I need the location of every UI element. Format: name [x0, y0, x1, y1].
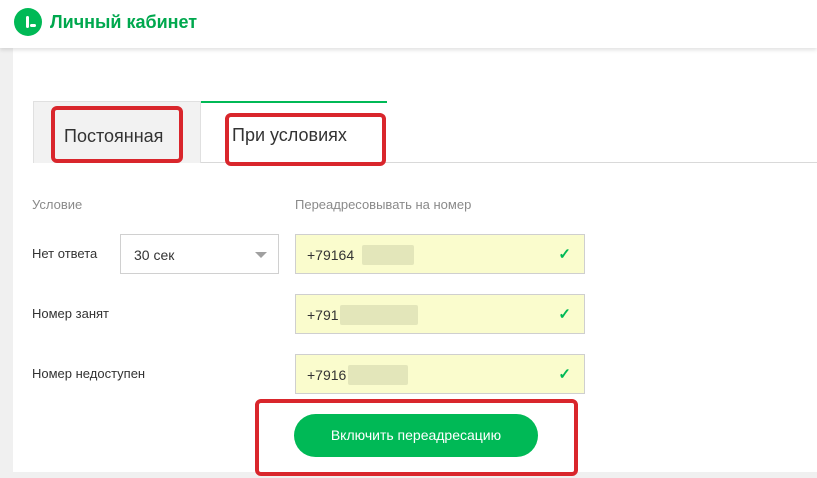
- tab-permanent-label: Постоянная: [64, 126, 164, 146]
- phone-value: +7916: [307, 367, 347, 383]
- check-icon: ✓: [558, 246, 571, 263]
- phone-value: +79164: [307, 247, 355, 263]
- redacted-digits: [340, 305, 418, 325]
- delay-select-value: 30 сек: [134, 247, 175, 263]
- brand-title[interactable]: Личный кабинет: [50, 12, 197, 33]
- enable-forwarding-button[interactable]: Включить переадресацию: [294, 414, 538, 457]
- row-label-unavailable: Номер недоступен: [32, 366, 146, 381]
- tab-conditional-label: При условиях: [232, 125, 347, 145]
- phone-field-busy[interactable]: +791 ✓: [295, 294, 585, 334]
- page-side-background: [0, 48, 13, 478]
- tab-permanent[interactable]: Постоянная: [33, 101, 201, 163]
- phone-field-no-answer[interactable]: +79164 ✓: [295, 234, 585, 274]
- page-bottom-background: [0, 472, 817, 478]
- row-label-no-answer: Нет ответа: [32, 246, 98, 261]
- redacted-digits: [362, 245, 414, 265]
- tabs-divider: [201, 162, 817, 163]
- check-icon: ✓: [558, 366, 571, 383]
- redacted-digits: [348, 365, 408, 385]
- chevron-down-icon: [255, 252, 267, 258]
- column-header-forward-to: Переадресовывать на номер: [295, 197, 472, 212]
- phone-value: +791: [307, 307, 339, 323]
- column-header-condition: Условие: [32, 197, 83, 212]
- row-label-busy: Номер занят: [32, 306, 109, 321]
- check-icon: ✓: [558, 306, 571, 323]
- delay-select[interactable]: 30 сек: [120, 234, 279, 274]
- megafon-logo-icon[interactable]: [14, 8, 42, 36]
- tab-conditional[interactable]: При условиях: [201, 101, 387, 163]
- header: Личный кабинет: [0, 0, 817, 48]
- phone-field-unavailable[interactable]: +7916 ✓: [295, 354, 585, 394]
